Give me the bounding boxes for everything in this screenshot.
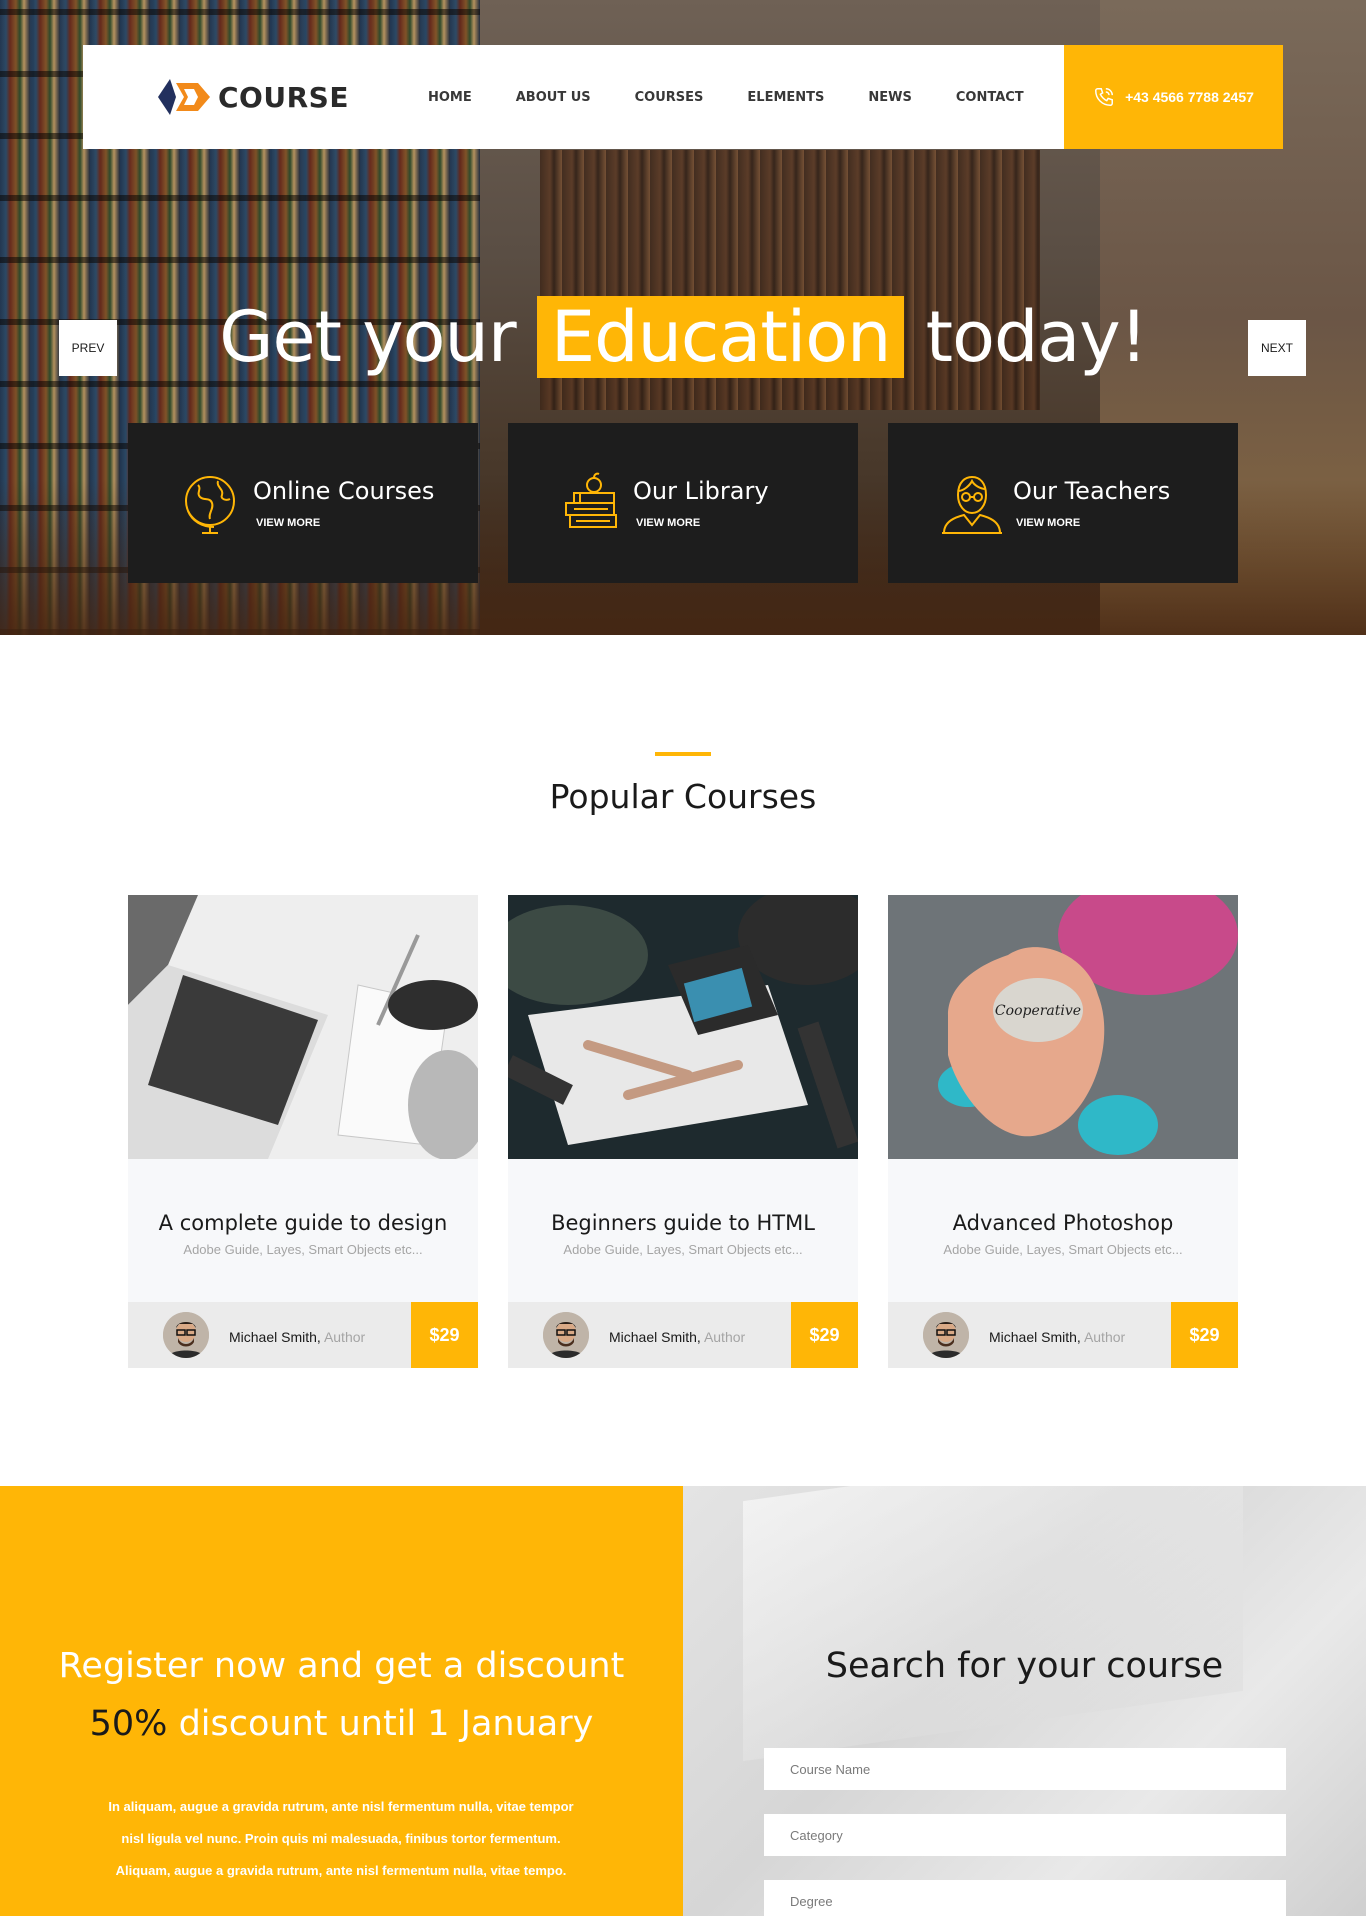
hero-title-before: Get your xyxy=(219,296,516,378)
view-more-link[interactable]: VIEW MORE xyxy=(1016,517,1080,529)
feature-title: Online Courses xyxy=(253,477,435,505)
course-card[interactable]: Beginners guide to HTML Adobe Guide, Lay… xyxy=(508,895,858,1368)
hero-title: Get your Education today! xyxy=(0,296,1366,378)
course-subtitle: Adobe Guide, Layes, Smart Objects etc... xyxy=(563,1242,803,1257)
course-image[interactable]: Cooperative xyxy=(888,895,1238,1159)
course-subtitle: Adobe Guide, Layes, Smart Objects etc... xyxy=(183,1242,423,1257)
feature-title: Our Teachers xyxy=(1013,477,1171,505)
nav-item-contact[interactable]: CONTACT xyxy=(956,90,1024,105)
register-section: Register now and get a discount 50% disc… xyxy=(0,1486,683,1916)
phone-number: +43 4566 7788 2457 xyxy=(1125,89,1254,105)
category-input[interactable] xyxy=(764,1814,1286,1856)
teacher-icon xyxy=(942,475,1002,534)
author-role: Author xyxy=(1083,1329,1126,1345)
author-name: Michael Smith, Author xyxy=(989,1329,1125,1345)
nav-item-home[interactable]: HOME xyxy=(428,90,472,105)
register-text-line: In aliquam, augue a gravida rutrum, ante… xyxy=(108,1799,574,1814)
course-footer: Michael Smith, Author $29 xyxy=(128,1302,478,1368)
course-image[interactable] xyxy=(128,895,478,1159)
books-icon xyxy=(565,472,617,528)
nav-item-about-us[interactable]: ABOUT US xyxy=(516,90,591,105)
logo-text: COURSE xyxy=(218,80,349,114)
hero-title-after: today! xyxy=(925,296,1148,378)
svg-text:Cooperative: Cooperative xyxy=(995,1003,1081,1019)
register-title: Register now and get a discount xyxy=(58,1646,625,1686)
author-avatar xyxy=(163,1312,209,1358)
logo[interactable]: COURSE xyxy=(158,75,349,119)
feature-online-courses[interactable]: Online Courses VIEW MORE xyxy=(128,423,478,583)
hero-title-highlight: Education xyxy=(536,296,905,378)
register-text-line: Aliquam, augue a gravida rutrum, ante ni… xyxy=(115,1863,567,1878)
author-text: Michael Smith, xyxy=(229,1329,321,1345)
author-text: Michael Smith, xyxy=(989,1329,1081,1345)
register-subtitle: 50% discount until 1 January xyxy=(0,1704,683,1744)
author-role: Author xyxy=(323,1329,366,1345)
degree-input[interactable] xyxy=(764,1880,1286,1916)
course-card[interactable]: A complete guide to design Adobe Guide, … xyxy=(128,895,478,1368)
feature-our-library[interactable]: Our Library VIEW MORE xyxy=(508,423,858,583)
nav-item-news[interactable]: NEWS xyxy=(868,90,911,105)
discount-percent: 50% xyxy=(89,1704,168,1744)
course-title[interactable]: A complete guide to design xyxy=(128,1211,478,1235)
globe-icon xyxy=(185,476,235,534)
section-title: Popular Courses xyxy=(549,777,817,816)
author-name: Michael Smith, Author xyxy=(609,1329,745,1345)
course-price: $29 xyxy=(791,1302,858,1368)
search-title: Search for your course xyxy=(825,1646,1224,1686)
feature-title: Our Library xyxy=(633,477,769,505)
course-name-input[interactable] xyxy=(764,1748,1286,1790)
discount-text: discount until 1 January xyxy=(178,1704,594,1744)
phone-contact[interactable]: +43 4566 7788 2457 xyxy=(1064,45,1283,149)
course-price: $29 xyxy=(1171,1302,1238,1368)
nav-item-elements[interactable]: ELEMENTS xyxy=(747,90,824,105)
author-avatar xyxy=(543,1312,589,1358)
logo-icon xyxy=(158,79,210,115)
course-title[interactable]: Beginners guide to HTML xyxy=(508,1211,858,1235)
register-text: In aliquam, augue a gravida rutrum, ante… xyxy=(96,1791,586,1887)
header-navbar: COURSE HOME ABOUT US COURSES ELEMENTS NE… xyxy=(83,45,1283,149)
author-text: Michael Smith, xyxy=(609,1329,701,1345)
phone-icon xyxy=(1095,88,1114,106)
register-text-line: nisl ligula vel nunc. Proin quis mi male… xyxy=(121,1831,561,1846)
course-image[interactable] xyxy=(508,895,858,1159)
view-more-link[interactable]: VIEW MORE xyxy=(636,517,700,529)
course-subtitle: Adobe Guide, Layes, Smart Objects etc... xyxy=(943,1242,1183,1257)
author-role: Author xyxy=(703,1329,746,1345)
author-name: Michael Smith, Author xyxy=(229,1329,365,1345)
author-avatar xyxy=(923,1312,969,1358)
view-more-link[interactable]: VIEW MORE xyxy=(256,517,320,529)
course-card[interactable]: Cooperative Advanced Photoshop Adobe Gui… xyxy=(888,895,1238,1368)
section-divider xyxy=(655,752,711,756)
feature-our-teachers[interactable]: Our Teachers VIEW MORE xyxy=(888,423,1238,583)
course-footer: Michael Smith, Author $29 xyxy=(508,1302,858,1368)
course-footer: Michael Smith, Author $29 xyxy=(888,1302,1238,1368)
main-menu: HOME ABOUT US COURSES ELEMENTS NEWS CONT… xyxy=(428,45,1068,149)
nav-item-courses[interactable]: COURSES xyxy=(635,90,704,105)
search-section: Search for your course xyxy=(683,1486,1366,1916)
course-price: $29 xyxy=(411,1302,478,1368)
course-title[interactable]: Advanced Photoshop xyxy=(888,1211,1238,1235)
